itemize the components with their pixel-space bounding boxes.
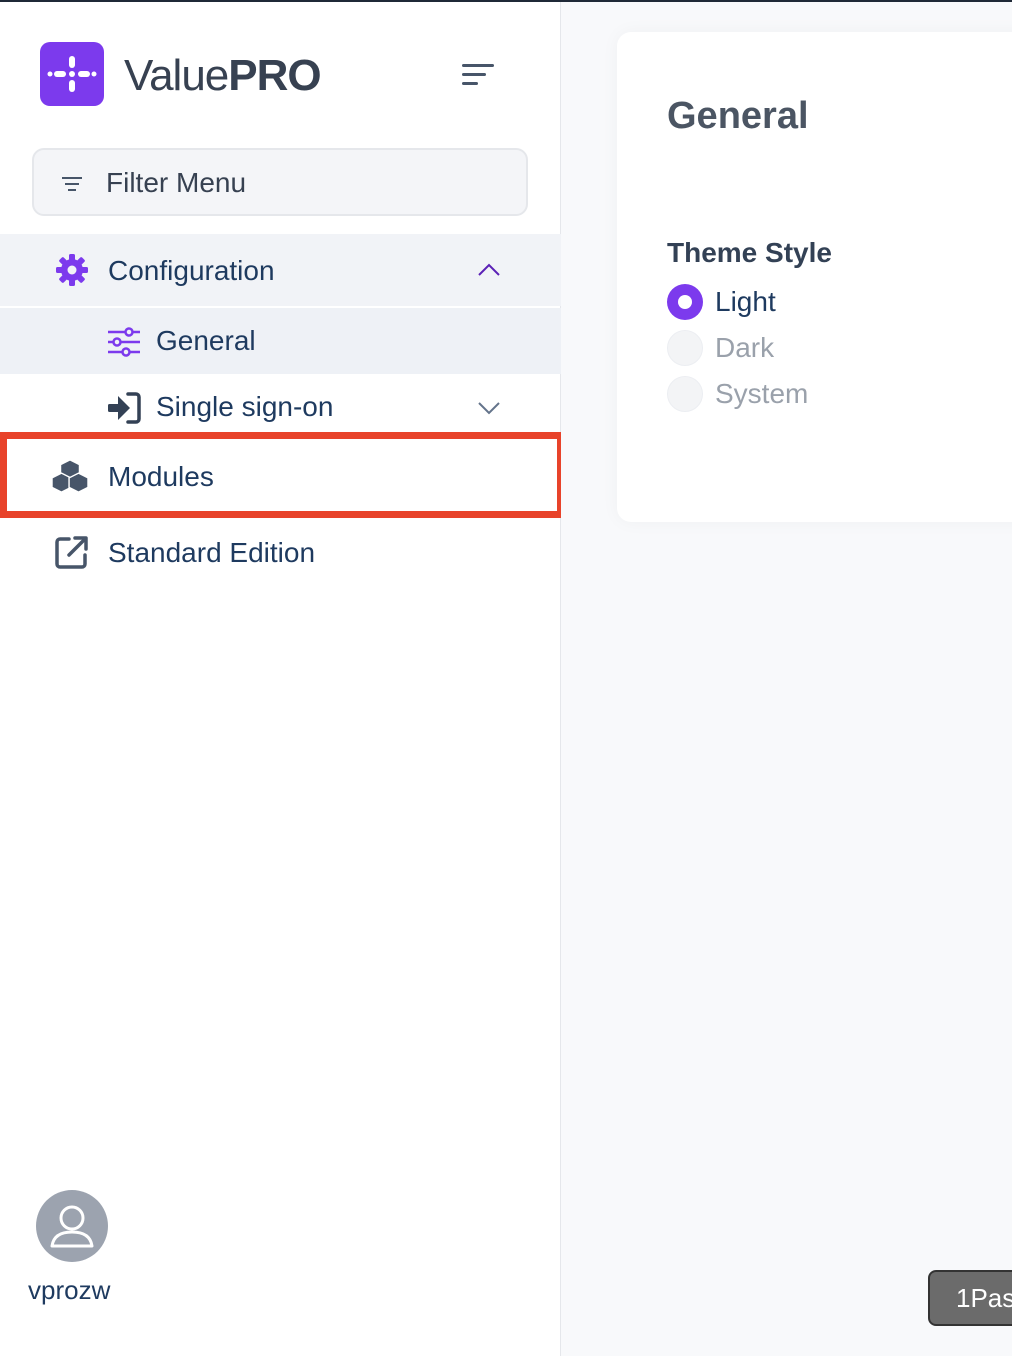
user-icon (50, 1205, 94, 1248)
sidebar-item-standard-edition[interactable]: Standard Edition (0, 518, 561, 590)
settings-card: General Theme Style Light Dark System (617, 32, 1012, 522)
app-name: ValuePRO (124, 48, 322, 104)
sidebar-item-general[interactable]: General (0, 308, 561, 374)
app-name-bold: PRO (228, 51, 321, 100)
sidebar-item-configuration[interactable]: Configuration (0, 234, 561, 306)
sidebar-item-single-sign-on[interactable]: Single sign-on (0, 374, 561, 440)
sidebar-item-label: Single sign-on (156, 391, 334, 422)
sidebar-item-label: Standard Edition (108, 537, 316, 568)
sidebar-item-label: Configuration (108, 255, 275, 286)
filter-menu-button[interactable]: Filter Menu (32, 148, 528, 216)
chevron-up-icon (478, 263, 500, 276)
filter-menu-label: Filter Menu (106, 167, 247, 198)
app-name-light: Value (124, 51, 229, 100)
radio-system[interactable] (667, 376, 703, 412)
chevron-down-icon (478, 402, 500, 415)
filter-icon (62, 177, 82, 191)
radio-system-label[interactable]: System (715, 377, 808, 411)
username[interactable]: vprozw (28, 1274, 110, 1306)
radio-dark-label[interactable]: Dark (715, 331, 774, 365)
user-avatar[interactable] (36, 1190, 108, 1262)
external-link-icon (55, 536, 88, 569)
app-logo[interactable] (40, 42, 104, 106)
modules-highlight-box (0, 432, 564, 518)
gear-icon (56, 254, 88, 286)
sign-in-icon (108, 392, 141, 424)
main-content: General Theme Style Light Dark System (561, 2, 1012, 1356)
password-manager-button[interactable]: 1Password (928, 1270, 1012, 1326)
sidebar-toggle-button[interactable] (458, 60, 498, 90)
radio-dark[interactable] (667, 330, 703, 366)
theme-style-heading: Theme Style (667, 237, 832, 268)
sliders-icon (108, 327, 140, 357)
menu-lines-icon (462, 64, 494, 85)
sidebar-item-label: General (156, 325, 256, 356)
page-title: General (667, 95, 809, 137)
radio-light[interactable] (667, 284, 703, 320)
radio-light-label[interactable]: Light (715, 285, 776, 319)
sidebar: ValuePRO Filter Menu Configuration Gener… (0, 2, 561, 1356)
logo-icon (47, 56, 97, 92)
